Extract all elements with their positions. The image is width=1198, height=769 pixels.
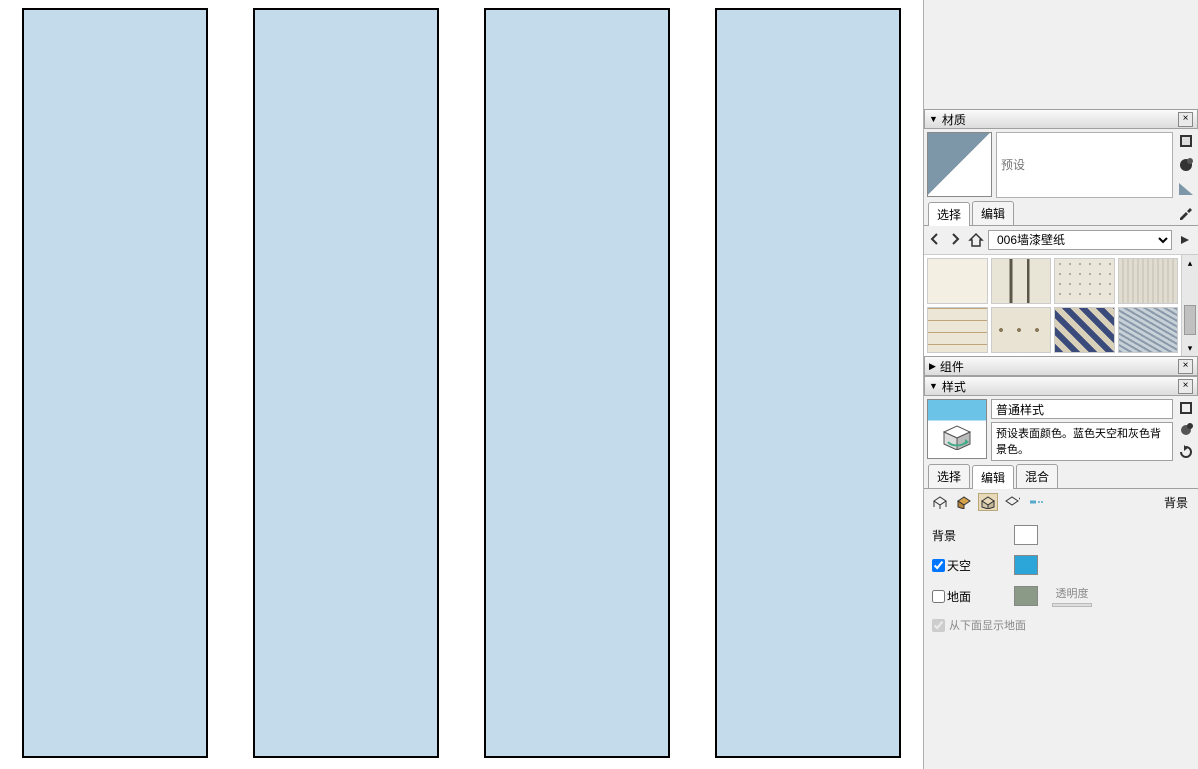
- material-thumb[interactable]: [1118, 258, 1179, 304]
- face-settings-icon[interactable]: [954, 493, 974, 511]
- modeling-settings-icon[interactable]: [1026, 493, 1046, 511]
- display-secondary-pane-icon[interactable]: [1177, 132, 1195, 150]
- materials-tab-edit[interactable]: 编辑: [972, 201, 1014, 225]
- scroll-thumb[interactable]: [1184, 305, 1196, 335]
- materials-nav-row: 006墙漆壁纸: [924, 226, 1198, 254]
- sky-color-swatch[interactable]: [1014, 555, 1038, 575]
- styles-tab-edit[interactable]: 编辑: [972, 465, 1014, 489]
- material-thumb[interactable]: [1118, 307, 1179, 353]
- collapse-icon: ▼: [929, 114, 938, 124]
- material-thumb[interactable]: [991, 258, 1052, 304]
- material-thumb[interactable]: [1054, 307, 1115, 353]
- components-panel-header[interactable]: ▶ 组件 ×: [924, 356, 1198, 376]
- styles-tabs: 选择 编辑 混合: [924, 464, 1198, 489]
- collapse-icon: ▼: [929, 381, 938, 391]
- transparency-slider: 透明度: [1052, 585, 1092, 607]
- edge-settings-icon[interactable]: [930, 493, 950, 511]
- viewport-shapes: [0, 0, 923, 769]
- scroll-down-icon[interactable]: ▾: [1182, 340, 1198, 356]
- eyedropper-icon[interactable]: [1176, 204, 1194, 222]
- show-ground-below-checkbox: [932, 619, 945, 632]
- shape-rect-3[interactable]: [484, 8, 670, 758]
- background-color-swatch[interactable]: [1014, 525, 1038, 545]
- nav-back-icon[interactable]: [928, 232, 944, 248]
- sky-label: 天空: [947, 557, 971, 574]
- style-create-icon[interactable]: [1177, 421, 1195, 439]
- ground-label: 地面: [947, 588, 971, 605]
- home-icon[interactable]: [968, 232, 984, 248]
- style-update-icon[interactable]: [1177, 443, 1195, 461]
- create-material-icon[interactable]: [1177, 156, 1195, 174]
- default-material-icon[interactable]: [1177, 180, 1195, 198]
- scroll-up-icon[interactable]: ▴: [1182, 255, 1198, 271]
- style-preview-swatch[interactable]: [927, 399, 987, 459]
- background-settings-icon[interactable]: [978, 493, 998, 511]
- material-thumb[interactable]: [1054, 258, 1115, 304]
- materials-grid: [924, 255, 1181, 356]
- toolbar-bg-label: 背景: [1164, 494, 1192, 511]
- styles-panel-title: 样式: [942, 378, 1178, 395]
- background-settings: 背景 天空 地面 透明度: [924, 515, 1198, 643]
- materials-panel-body: 选择 编辑 006墙漆壁纸: [924, 129, 1198, 356]
- svg-text:•: •: [1019, 496, 1020, 503]
- materials-tabs: 选择 编辑: [924, 201, 1198, 226]
- right-sidebar: ▼ 材质 × 选择 编辑: [923, 0, 1198, 769]
- components-panel-close[interactable]: ×: [1178, 359, 1193, 374]
- materials-panel-close[interactable]: ×: [1178, 112, 1193, 127]
- sky-checkbox[interactable]: [932, 559, 945, 572]
- nav-forward-icon[interactable]: [948, 232, 964, 248]
- expand-icon: ▶: [929, 361, 936, 372]
- material-thumb[interactable]: [927, 307, 988, 353]
- shape-rect-1[interactable]: [22, 8, 208, 758]
- material-library-dropdown[interactable]: 006墙漆壁纸: [988, 230, 1172, 250]
- style-display-pane-icon[interactable]: [1177, 399, 1195, 417]
- components-panel-title: 组件: [940, 358, 1178, 375]
- ground-color-swatch[interactable]: [1014, 586, 1038, 606]
- style-name-input[interactable]: [991, 399, 1173, 419]
- styles-tab-select[interactable]: 选择: [928, 464, 970, 488]
- shape-rect-4[interactable]: [715, 8, 901, 758]
- styles-panel-header[interactable]: ▼ 样式 ×: [924, 376, 1198, 396]
- sidebar-spacer: [924, 0, 1198, 109]
- style-description-input[interactable]: [991, 422, 1173, 461]
- show-ground-below-label: 从下面显示地面: [949, 617, 1026, 633]
- styles-panel-body: 选择 编辑 混合 • 背景 背景: [924, 396, 1198, 643]
- material-preview-swatch[interactable]: [927, 132, 992, 197]
- main-viewport[interactable]: [0, 0, 923, 769]
- material-thumb[interactable]: [991, 307, 1052, 353]
- details-icon[interactable]: [1176, 231, 1194, 249]
- styles-edit-toolbar: • 背景: [924, 489, 1198, 515]
- materials-grid-wrap: ▴ ▾: [924, 254, 1198, 356]
- styles-tab-mix[interactable]: 混合: [1016, 464, 1058, 488]
- cube-icon: [940, 422, 974, 450]
- material-name-input[interactable]: [996, 132, 1173, 198]
- styles-panel-close[interactable]: ×: [1178, 379, 1193, 394]
- transparency-track[interactable]: [1052, 603, 1092, 607]
- materials-tab-select[interactable]: 选择: [928, 202, 970, 226]
- background-label: 背景: [932, 527, 1000, 544]
- materials-scrollbar[interactable]: ▴ ▾: [1181, 255, 1198, 356]
- watermark-settings-icon[interactable]: •: [1002, 493, 1022, 511]
- ground-checkbox[interactable]: [932, 590, 945, 603]
- materials-panel-header[interactable]: ▼ 材质 ×: [924, 109, 1198, 129]
- material-thumb[interactable]: [927, 258, 988, 304]
- materials-panel-title: 材质: [942, 111, 1178, 128]
- transparency-label: 透明度: [1056, 585, 1089, 601]
- shape-rect-2[interactable]: [253, 8, 439, 758]
